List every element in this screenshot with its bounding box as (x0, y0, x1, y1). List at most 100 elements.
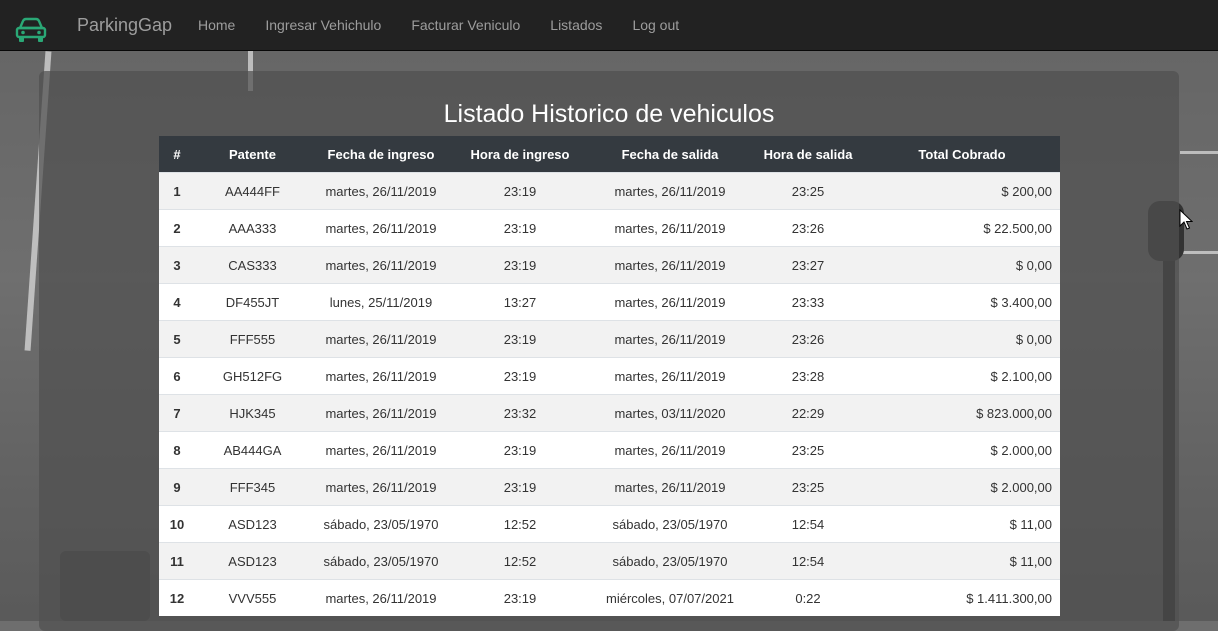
cell-total: $ 22.500,00 (864, 209, 1060, 247)
cell-hora-salida: 0:22 (752, 579, 864, 616)
cell-hora-ingreso: 23:19 (452, 246, 588, 284)
nav-listados[interactable]: Listados (535, 0, 617, 50)
cell-fecha-salida: martes, 26/11/2019 (588, 431, 752, 469)
cell-hora-salida: 23:25 (752, 172, 864, 210)
brand-name[interactable]: ParkingGap (77, 15, 172, 36)
cell-fecha-ingreso: martes, 26/11/2019 (310, 579, 452, 616)
table-row: 2 AAA333 martes, 26/11/2019 23:19 martes, 26… (159, 209, 1060, 247)
cell-fecha-ingreso: martes, 26/11/2019 (310, 431, 452, 469)
table-row: 6 GH512FG martes, 26/11/2019 23:19 martes, 2… (159, 357, 1060, 395)
cell-patente: AAA333 (195, 209, 310, 247)
cell-fecha-salida: martes, 03/11/2020 (588, 394, 752, 432)
cell-patente: FFF555 (195, 320, 310, 358)
nav-ingresar-vehiculo[interactable]: Ingresar Vehichulo (250, 0, 396, 50)
cell-fecha-salida: sábado, 23/05/1970 (588, 505, 752, 543)
cell-total: $ 3.400,00 (864, 283, 1060, 321)
vehicles-table: # Patente Fecha de ingreso Hora de ingre… (159, 136, 1060, 616)
cell-hora-salida: 23:25 (752, 431, 864, 469)
cell-fecha-salida: miércoles, 07/07/2021 (588, 579, 752, 616)
cell-hora-ingreso: 12:52 (452, 505, 588, 543)
cell-number: 9 (159, 468, 195, 506)
cell-patente: ASD123 (195, 542, 310, 580)
table-row: 11 ASD123 sábado, 23/05/1970 12:52 sábado, 2… (159, 542, 1060, 580)
table-row: 8 AB444GA martes, 26/11/2019 23:19 martes, 2… (159, 431, 1060, 469)
cell-hora-salida: 23:33 (752, 283, 864, 321)
cell-patente: AB444GA (195, 431, 310, 469)
cell-number: 6 (159, 357, 195, 395)
col-fecha-ingreso: Fecha de ingreso (310, 136, 452, 173)
cell-patente: VVV555 (195, 579, 310, 616)
cell-fecha-ingreso: sábado, 23/05/1970 (310, 542, 452, 580)
cell-hora-ingreso: 23:19 (452, 209, 588, 247)
car-icon[interactable] (14, 16, 48, 44)
cell-number: 11 (159, 542, 195, 580)
cell-total: $ 11,00 (864, 542, 1060, 580)
col-patente: Patente (195, 136, 310, 173)
cell-total: $ 2.000,00 (864, 468, 1060, 506)
table-row: 4 DF455JT lunes, 25/11/2019 13:27 martes, 26… (159, 283, 1060, 321)
cell-fecha-salida: sábado, 23/05/1970 (588, 542, 752, 580)
nav-facturar-vehiculo[interactable]: Facturar Veniculo (396, 0, 535, 50)
table-header-row: # Patente Fecha de ingreso Hora de ingre… (159, 136, 1060, 173)
nav-home[interactable]: Home (183, 0, 250, 50)
cell-fecha-salida: martes, 26/11/2019 (588, 172, 752, 210)
cell-fecha-ingreso: martes, 26/11/2019 (310, 468, 452, 506)
cell-total: $ 2.100,00 (864, 357, 1060, 395)
table-row: 7 HJK345 martes, 26/11/2019 23:32 martes, 03… (159, 394, 1060, 432)
cell-hora-salida: 23:27 (752, 246, 864, 284)
cell-patente: CAS333 (195, 246, 310, 284)
table-row: 9 FFF345 martes, 26/11/2019 23:19 martes, 26… (159, 468, 1060, 506)
cell-hora-ingreso: 23:19 (452, 579, 588, 616)
navbar: ParkingGap Home Ingresar Vehichulo Factu… (0, 0, 1218, 51)
page-title: Listado Historico de vehiculos (443, 100, 775, 128)
cell-patente: GH512FG (195, 357, 310, 395)
cell-number: 12 (159, 579, 195, 616)
table-row: 10 ASD123 sábado, 23/05/1970 12:52 sábado, 2… (159, 505, 1060, 543)
cell-number: 7 (159, 394, 195, 432)
cell-hora-ingreso: 23:19 (452, 431, 588, 469)
cell-patente: ASD123 (195, 505, 310, 543)
cell-hora-salida: 23:26 (752, 320, 864, 358)
cell-hora-ingreso: 23:19 (452, 320, 588, 358)
cell-fecha-ingreso: sábado, 23/05/1970 (310, 505, 452, 543)
cell-number: 4 (159, 283, 195, 321)
cell-fecha-ingreso: martes, 26/11/2019 (310, 246, 452, 284)
cell-fecha-ingreso: martes, 26/11/2019 (310, 357, 452, 395)
cell-fecha-salida: martes, 26/11/2019 (588, 246, 752, 284)
col-number: # (159, 136, 195, 173)
table-row: 5 FFF555 martes, 26/11/2019 23:19 martes, 26… (159, 320, 1060, 358)
cell-hora-ingreso: 23:19 (452, 357, 588, 395)
mouse-cursor-icon (1179, 209, 1193, 230)
cell-hora-salida: 23:26 (752, 209, 864, 247)
cell-hora-ingreso: 13:27 (452, 283, 588, 321)
table-row: 3 CAS333 martes, 26/11/2019 23:19 martes, 26… (159, 246, 1060, 284)
cell-total: $ 11,00 (864, 505, 1060, 543)
col-total-cobrado: Total Cobrado (864, 136, 1060, 173)
cell-hora-salida: 22:29 (752, 394, 864, 432)
cell-hora-ingreso: 23:19 (452, 468, 588, 506)
col-hora-ingreso: Hora de ingreso (452, 136, 588, 173)
cell-fecha-ingreso: martes, 26/11/2019 (310, 172, 452, 210)
cell-fecha-salida: martes, 26/11/2019 (588, 283, 752, 321)
cell-number: 10 (159, 505, 195, 543)
cell-number: 2 (159, 209, 195, 247)
cell-patente: AA444FF (195, 172, 310, 210)
cell-hora-ingreso: 12:52 (452, 542, 588, 580)
cell-patente: HJK345 (195, 394, 310, 432)
nav-log-out[interactable]: Log out (617, 0, 694, 50)
cell-fecha-ingreso: lunes, 25/11/2019 (310, 283, 452, 321)
cell-total: $ 1.411.300,00 (864, 579, 1060, 616)
main-nav: Home Ingresar Vehichulo Facturar Venicul… (183, 0, 694, 50)
cell-number: 8 (159, 431, 195, 469)
cell-patente: FFF345 (195, 468, 310, 506)
cell-number: 3 (159, 246, 195, 284)
cell-total: $ 2.000,00 (864, 431, 1060, 469)
col-hora-salida: Hora de salida (752, 136, 864, 173)
cell-fecha-salida: martes, 26/11/2019 (588, 320, 752, 358)
cell-number: 1 (159, 172, 195, 210)
cell-hora-ingreso: 23:32 (452, 394, 588, 432)
table-row: 1 AA444FF martes, 26/11/2019 23:19 martes, 2… (159, 172, 1060, 210)
cell-hora-ingreso: 23:19 (452, 172, 588, 210)
cell-patente: DF455JT (195, 283, 310, 321)
cell-total: $ 0,00 (864, 246, 1060, 284)
